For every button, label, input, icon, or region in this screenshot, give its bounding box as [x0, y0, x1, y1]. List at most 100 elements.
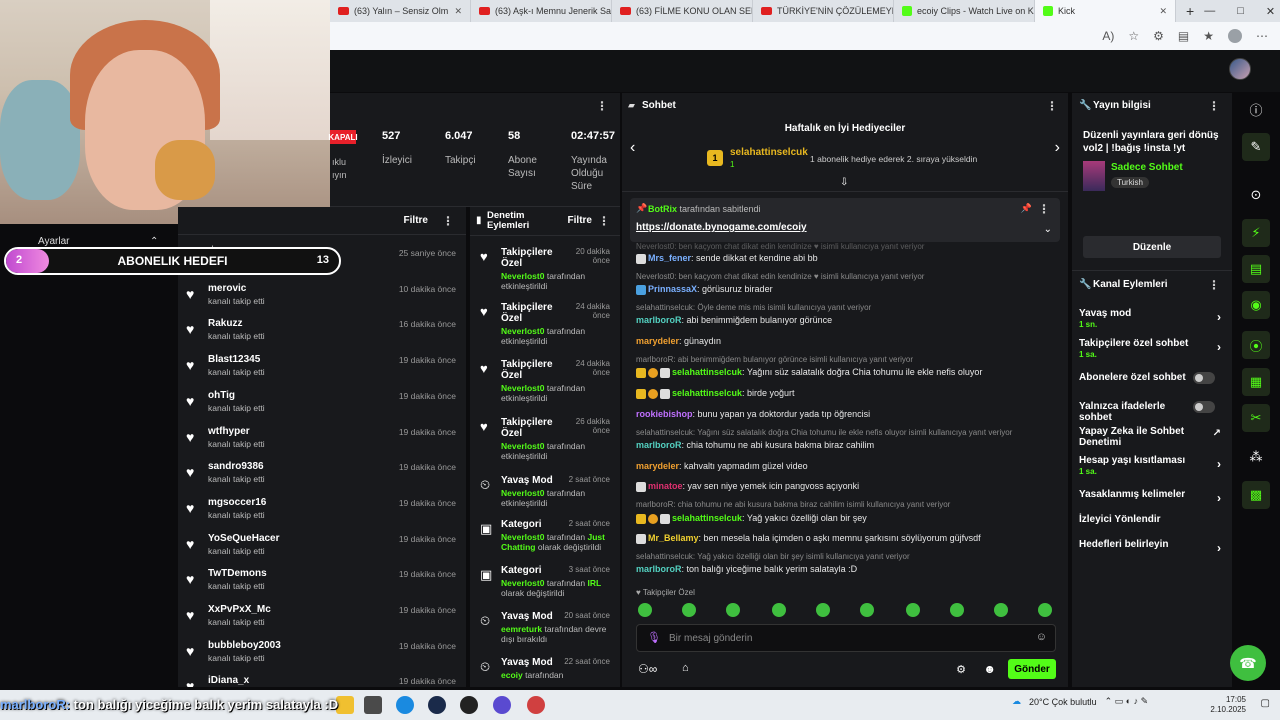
weather-widget[interactable]: ☁ 20°C Çok bulutlu ⌃ ▭ ◐ ♪ ✎ — [1012, 696, 1148, 707]
feed-row[interactable]: ♥ iDiana_x 19 dakika önce — [178, 671, 466, 687]
file-explorer-icon[interactable] — [336, 696, 354, 714]
channel-action-row[interactable]: Yalnızca ifadelerle sohbet — [1079, 401, 1225, 423]
chat-icon[interactable]: ◉ — [1242, 291, 1270, 319]
steam-icon[interactable] — [428, 696, 446, 714]
info-icon[interactable]: ⓘ — [1242, 95, 1270, 123]
chat-username[interactable]: selahattinselcuk — [672, 388, 742, 398]
feed-filter-button[interactable]: Filtre — [404, 215, 428, 226]
feed-row[interactable]: ♥ Blast12345 kanalı takip etti 19 dakika ön… — [178, 350, 466, 386]
stats-menu-icon[interactable]: ⋮ — [596, 99, 608, 113]
chat-username[interactable]: marydeler — [636, 461, 679, 471]
chevron-right-icon[interactable]: › — [1217, 340, 1221, 354]
user-avatar[interactable] — [1229, 58, 1251, 80]
unpin-icon[interactable]: 📌 — [1021, 203, 1032, 214]
lightning-icon[interactable]: ⚡ — [1242, 219, 1270, 247]
moderation-tools-icon[interactable]: ⚇∞ — [638, 662, 657, 676]
chevron-right-icon[interactable]: › — [1217, 491, 1221, 505]
collections-icon[interactable]: ▤ — [1178, 29, 1189, 43]
more-options-icon[interactable]: ⋯ — [1256, 29, 1268, 43]
notification-icon[interactable]: ▢ — [1261, 698, 1270, 709]
chat-username[interactable]: minatoe — [648, 481, 683, 491]
pinned-link[interactable]: https://donate.bynogame.com/ecoiy — [636, 222, 807, 233]
feed-row[interactable]: ♥ YoSeQueHacer kanalı takip etti 19 dakika … — [178, 529, 466, 565]
clapper-icon[interactable]: ▩ — [1242, 481, 1270, 509]
new-tab-button[interactable]: + — [1176, 3, 1204, 19]
mod-menu-icon[interactable]: ⋮ — [598, 214, 610, 228]
chat-message[interactable]: marlboroR: chia tohumu ne abi kusura bak… — [636, 440, 874, 450]
chat-username[interactable]: rookiebishop — [636, 409, 693, 419]
obs-icon[interactable] — [460, 696, 478, 714]
chat-settings-icon[interactable]: ⚙ — [956, 663, 966, 676]
toggle-switch[interactable] — [1193, 401, 1215, 413]
chat-message[interactable]: minatoe: yav sen niye yemek icin pangvos… — [636, 481, 859, 492]
profile-icon[interactable] — [1228, 29, 1242, 43]
browser-tab[interactable]: (63) Aşk-ı Memnu Jenerik Sa✕ — [471, 0, 612, 22]
settings-label[interactable]: Ayarlar — [38, 236, 70, 247]
mic-icon[interactable]: 🎙 — [647, 631, 661, 644]
send-button[interactable]: Gönder — [1008, 659, 1056, 679]
chat-menu-icon[interactable]: ⋮ — [1046, 99, 1058, 113]
browser-tab[interactable]: TÜRKİYE'NİN ÇÖZÜLEMEYEN✕ — [753, 0, 894, 22]
channel-action-row[interactable]: İzleyici Yönlendir — [1079, 514, 1225, 525]
pinned-expand-icon[interactable]: ⌄ — [1044, 224, 1052, 235]
read-aloud-icon[interactable]: A) — [1102, 29, 1114, 43]
toggle-switch[interactable] — [1193, 372, 1215, 384]
chat-message[interactable]: marlboroR: ton balığı yiceğime balık yer… — [636, 564, 857, 574]
chat-message[interactable]: selahattinselcuk: Yağ yakıcı özelliği ol… — [636, 513, 867, 524]
mod-filter-button[interactable]: Filtre — [568, 215, 592, 226]
chat-username[interactable]: marlboroR — [636, 440, 682, 450]
chat-username[interactable]: PrinnassaX — [648, 284, 697, 294]
chevron-up-icon[interactable]: ⌃ — [150, 236, 158, 247]
emote-icon[interactable] — [994, 603, 1008, 617]
gifter-name[interactable]: selahattinselcuk — [730, 147, 808, 158]
feed-row[interactable]: ♥ bubbleboy2003 kanalı takip etti 19 dakika… — [178, 636, 466, 672]
store-icon[interactable]: ⌂ — [682, 662, 689, 674]
feed-row[interactable]: ♥ TwTDemons kanalı takip etti 19 dakika önc… — [178, 564, 466, 600]
layout-icon[interactable]: ▦ — [1242, 368, 1270, 396]
favorite-star-icon[interactable]: ☆ — [1128, 29, 1139, 43]
feed-row[interactable]: ♥ merovic kanalı takip etti 10 dakika önce — [178, 279, 466, 315]
browser-tab[interactable]: Kick ✕ — [1035, 0, 1176, 22]
tools-icon[interactable]: ✂ — [1242, 404, 1270, 432]
browser-tab[interactable]: (63) Yalın – Sensiz Olm ✕ — [330, 0, 471, 22]
pencil-icon[interactable]: ✎ — [1242, 133, 1270, 161]
external-link-icon[interactable]: ↗ — [1213, 428, 1221, 439]
chevron-right-icon[interactable]: › — [1217, 457, 1221, 471]
channel-action-row[interactable]: Abonelere özel sohbet — [1079, 372, 1225, 384]
browser-tab[interactable]: (63) FİLME KONU OLAN SER✕ — [612, 0, 753, 22]
chat-message[interactable]: Mr_Bellamy: ben mesela hala içimden o aş… — [636, 533, 981, 544]
chat-username[interactable]: selahattinselcuk — [672, 367, 742, 377]
feed-row[interactable]: ♥ Rakuzz kanalı takip etti 16 dakika önce — [178, 314, 466, 350]
channel-action-row[interactable]: Yasaklanmış kelimeler › — [1079, 489, 1225, 505]
list-icon[interactable]: ▤ — [1242, 255, 1270, 283]
gifters-next-icon[interactable]: › — [1055, 139, 1060, 157]
browser-tab[interactable]: ecoiy Clips - Watch Live on K✕ — [894, 0, 1035, 22]
feed-menu-icon[interactable]: ⋮ — [442, 214, 454, 228]
chat-username[interactable]: selahattinselcuk — [672, 513, 742, 523]
emote-icon[interactable] — [772, 603, 786, 617]
emote-icon[interactable] — [906, 603, 920, 617]
store-app-icon[interactable] — [364, 696, 382, 714]
channel-action-row[interactable]: Hesap yaşı kısıtlaması 1 sa. › — [1079, 455, 1225, 476]
emote-icon[interactable] — [816, 603, 830, 617]
favorites-icon[interactable]: ★ — [1203, 29, 1214, 43]
emote-icon[interactable] — [1038, 603, 1052, 617]
camera-icon[interactable]: ⊙ — [1242, 181, 1270, 209]
channel-action-row[interactable]: Yavaş mod 1 sn. › — [1079, 308, 1225, 329]
channel-action-row[interactable]: Hedefleri belirleyin › — [1079, 539, 1225, 555]
chevron-right-icon[interactable]: › — [1217, 310, 1221, 324]
app-icon[interactable] — [493, 696, 511, 714]
info-menu-icon[interactable]: ⋮ — [1208, 99, 1220, 113]
channel-action-row[interactable]: Yapay Zeka ile Sohbet Denetimi ↗ — [1079, 426, 1225, 448]
chat-message[interactable]: Mrs_fener: sende dikkat et kendine abi b… — [636, 253, 818, 264]
actions-menu-icon[interactable]: ⋮ — [1208, 278, 1220, 292]
minimize-button[interactable]: — — [1204, 5, 1215, 18]
category-name[interactable]: Sadece Sohbet — [1111, 162, 1183, 173]
emote-icon[interactable] — [950, 603, 964, 617]
apps-icon[interactable]: ⁂ — [1242, 443, 1270, 471]
feed-row[interactable]: ♥ wtfhyper kanalı takip etti 19 dakika önce — [178, 422, 466, 458]
close-tab-icon[interactable]: ✕ — [1159, 6, 1167, 17]
feed-row[interactable]: ♥ sandro9386 kanalı takip etti 19 dakika ön… — [178, 457, 466, 493]
chat-username[interactable]: marlboroR — [636, 315, 682, 325]
emoji-icon[interactable]: ☺ — [1036, 631, 1047, 643]
